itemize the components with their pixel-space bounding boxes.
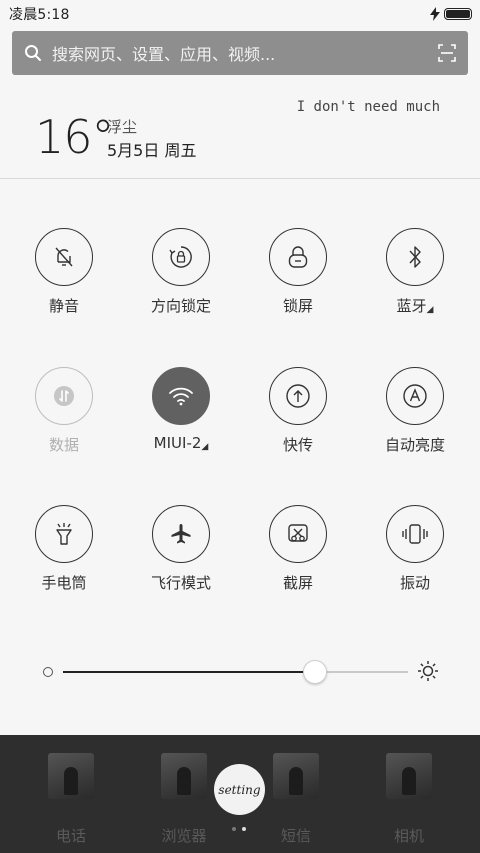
brightness-fill	[63, 671, 315, 673]
app-icon	[161, 753, 207, 799]
bell-off-icon	[55, 247, 73, 267]
search-bar[interactable]: 搜索网页、设置、应用、视频...	[12, 31, 468, 75]
app-label: 相机	[393, 827, 424, 845]
data-arrows-icon	[54, 386, 74, 406]
brightness-high-icon	[418, 661, 438, 681]
page-dot-active	[242, 827, 246, 831]
status-bar: 凌晨5:18	[0, 0, 480, 27]
page-indicator	[232, 827, 246, 831]
charging-icon	[430, 6, 440, 21]
settings-shortcut-button[interactable]: setting	[214, 764, 265, 815]
toggle-airplane[interactable]: 飞行模式	[131, 505, 231, 593]
toggle-vibrate[interactable]: 振动	[365, 505, 465, 593]
toggle-label: 静音	[48, 297, 79, 315]
toggle-mute[interactable]: 静音	[14, 228, 114, 316]
app-label: 浏览器	[161, 827, 207, 845]
rotation-lock-icon	[169, 246, 192, 268]
brightness-low-icon	[43, 667, 53, 677]
app-messages[interactable]: 短信	[251, 753, 341, 846]
toggle-screenshot[interactable]: 截屏	[248, 505, 348, 593]
toggle-auto-brightness[interactable]: 自动亮度	[365, 367, 465, 455]
toggle-rotation-lock[interactable]: 方向锁定	[131, 228, 231, 316]
scissors-icon	[288, 524, 308, 542]
app-phone[interactable]: 电话	[26, 753, 116, 846]
wifi-icon	[169, 387, 193, 406]
brightness-thumb[interactable]	[303, 660, 327, 684]
quick-settings-panel: 静音 方向锁定 锁屏 蓝牙◢ 数据 MIUI-2◢ 快传 自动亮度 手电筒 飞行…	[0, 179, 480, 735]
toggle-label: 蓝牙	[396, 297, 427, 315]
app-icon	[273, 753, 319, 799]
page-dot	[232, 827, 236, 831]
brightness-track[interactable]	[63, 671, 408, 673]
toggle-label: 方向锁定	[150, 297, 211, 315]
status-icons	[430, 6, 472, 21]
toggle-flashlight[interactable]: 手电筒	[14, 505, 114, 593]
status-time: 凌晨5:18	[9, 6, 70, 23]
scan-icon[interactable]	[438, 44, 456, 62]
toggle-label: 数据	[48, 436, 79, 454]
auto-brightness-icon	[403, 384, 427, 408]
toggle-lock-screen[interactable]: 锁屏	[248, 228, 348, 316]
flashlight-icon	[56, 523, 72, 545]
toggle-label: MIUI-2	[153, 434, 202, 452]
toggle-label: 锁屏	[282, 297, 313, 315]
weather-temperature: 16°	[35, 110, 115, 164]
toggle-label: 快传	[282, 436, 313, 454]
airplane-icon	[171, 524, 191, 544]
weather-date: 5月5日 周五	[107, 141, 197, 160]
app-camera[interactable]: 相机	[364, 753, 454, 846]
weather-widget[interactable]: 16° 浮尘 5月5日 周五 I don't need much	[0, 82, 480, 178]
app-label: 短信	[280, 827, 311, 845]
toggle-label: 振动	[399, 574, 430, 592]
toggle-label: 自动亮度	[384, 436, 445, 454]
app-dock: 电话 浏览器 短信 相机 setting	[0, 735, 480, 853]
app-icon	[386, 753, 432, 799]
battery-icon	[444, 7, 472, 20]
brightness-slider[interactable]	[0, 656, 480, 686]
expand-triangle-icon: ◢	[201, 442, 209, 452]
toggle-label: 飞行模式	[150, 574, 211, 592]
search-icon	[25, 45, 41, 61]
toggle-wifi[interactable]: MIUI-2◢	[131, 367, 231, 452]
lock-icon	[288, 246, 308, 268]
toggle-label: 截屏	[282, 574, 313, 592]
search-input[interactable]: 搜索网页、设置、应用、视频...	[52, 41, 438, 65]
toggle-bluetooth[interactable]: 蓝牙◢	[365, 228, 465, 316]
toggle-label: 手电筒	[41, 574, 87, 592]
signature-quote: I don't need much	[296, 99, 440, 115]
app-icon	[48, 753, 94, 799]
expand-triangle-icon: ◢	[426, 305, 434, 315]
app-label: 电话	[55, 827, 86, 845]
upload-icon	[286, 384, 310, 408]
weather-condition: 浮尘	[107, 118, 138, 136]
bluetooth-icon	[409, 246, 421, 268]
vibrate-icon	[402, 524, 428, 544]
toggle-quick-share[interactable]: 快传	[248, 367, 348, 455]
toggle-data[interactable]: 数据	[14, 367, 114, 455]
